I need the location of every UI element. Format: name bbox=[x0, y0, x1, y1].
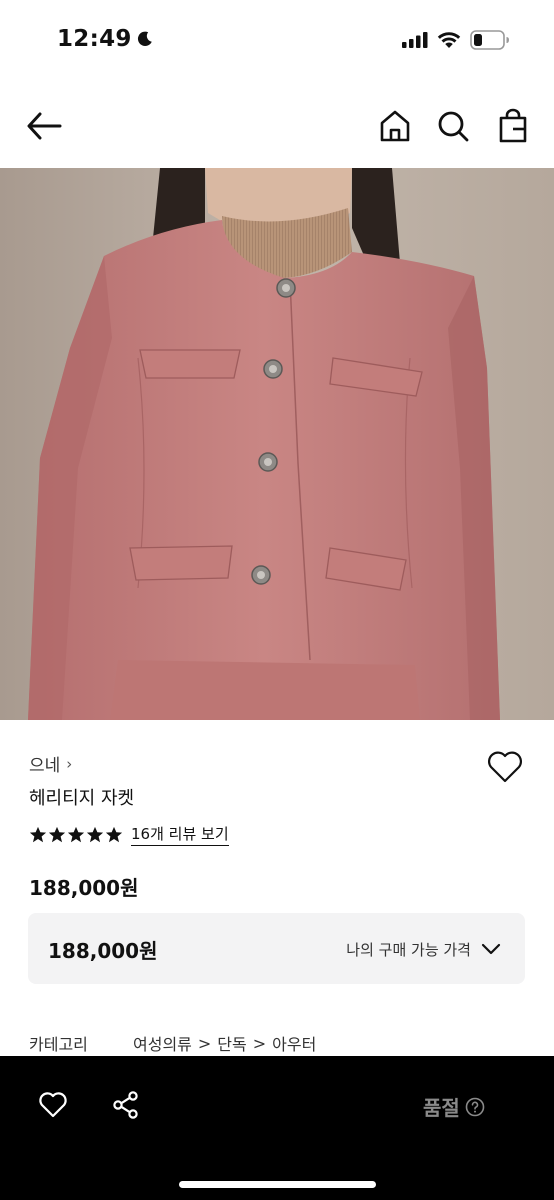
search-icon[interactable] bbox=[436, 108, 470, 144]
heart-outline-icon[interactable] bbox=[38, 1090, 68, 1120]
category-item[interactable]: 단독 bbox=[217, 1031, 246, 1055]
navigation-bar bbox=[0, 84, 554, 168]
product-name: 헤리티지 자켓 bbox=[29, 788, 135, 809]
cellular-signal-icon bbox=[402, 32, 428, 48]
home-icon[interactable] bbox=[378, 108, 412, 144]
chevron-down-icon bbox=[481, 943, 501, 955]
star-icon bbox=[86, 826, 104, 842]
chevron-right-icon: › bbox=[66, 754, 73, 773]
brand-name: 으네 bbox=[29, 756, 61, 776]
heart-outline-icon[interactable] bbox=[486, 749, 524, 785]
help-circle-icon[interactable] bbox=[465, 1097, 485, 1117]
soldout-label: 품절 bbox=[423, 1096, 460, 1120]
status-time: 12:49 bbox=[57, 26, 154, 52]
status-indicators bbox=[402, 30, 510, 50]
soldout-status: 품절 bbox=[423, 1092, 485, 1121]
category-item[interactable]: 여성의류 bbox=[133, 1031, 192, 1055]
status-bar: 12:49 bbox=[0, 0, 554, 84]
product-image[interactable] bbox=[0, 168, 554, 720]
status-time-text: 12:49 bbox=[57, 26, 132, 52]
back-arrow-icon[interactable] bbox=[24, 108, 64, 144]
category-row: 카테고리 여성의류 > 단독 > 아우터 bbox=[29, 1031, 316, 1055]
star-icon bbox=[29, 826, 47, 842]
my-price-label: 나의 구매 가능 가격 bbox=[346, 941, 471, 959]
brand-link[interactable]: 으네 › bbox=[29, 751, 73, 777]
wifi-icon bbox=[437, 32, 461, 48]
share-icon[interactable] bbox=[111, 1090, 141, 1120]
my-price-dropdown[interactable]: 188,000원 나의 구매 가능 가격 bbox=[28, 913, 525, 984]
battery-icon bbox=[470, 30, 509, 50]
breadcrumb-separator: > bbox=[197, 1033, 212, 1053]
rating-row: 16개 리뷰 보기 bbox=[29, 823, 229, 846]
breadcrumb-separator: > bbox=[252, 1033, 267, 1053]
rating-stars bbox=[29, 826, 123, 844]
category-item[interactable]: 아우터 bbox=[272, 1031, 316, 1055]
my-price-value: 188,000원 bbox=[48, 939, 158, 963]
home-indicator[interactable] bbox=[179, 1181, 376, 1188]
category-label: 카테고리 bbox=[29, 1035, 88, 1054]
star-icon bbox=[48, 826, 66, 842]
star-icon bbox=[67, 826, 85, 842]
bottom-action-bar: 품절 bbox=[0, 1056, 554, 1200]
category-breadcrumb: 여성의류 > 단독 > 아우터 bbox=[133, 1031, 316, 1055]
shopping-bag-icon[interactable] bbox=[496, 108, 530, 144]
product-photo-illustration bbox=[0, 168, 554, 720]
moon-icon bbox=[137, 31, 152, 46]
review-link[interactable]: 16개 리뷰 보기 bbox=[131, 823, 229, 846]
star-icon bbox=[105, 826, 123, 842]
product-price: 188,000원 bbox=[29, 876, 139, 900]
